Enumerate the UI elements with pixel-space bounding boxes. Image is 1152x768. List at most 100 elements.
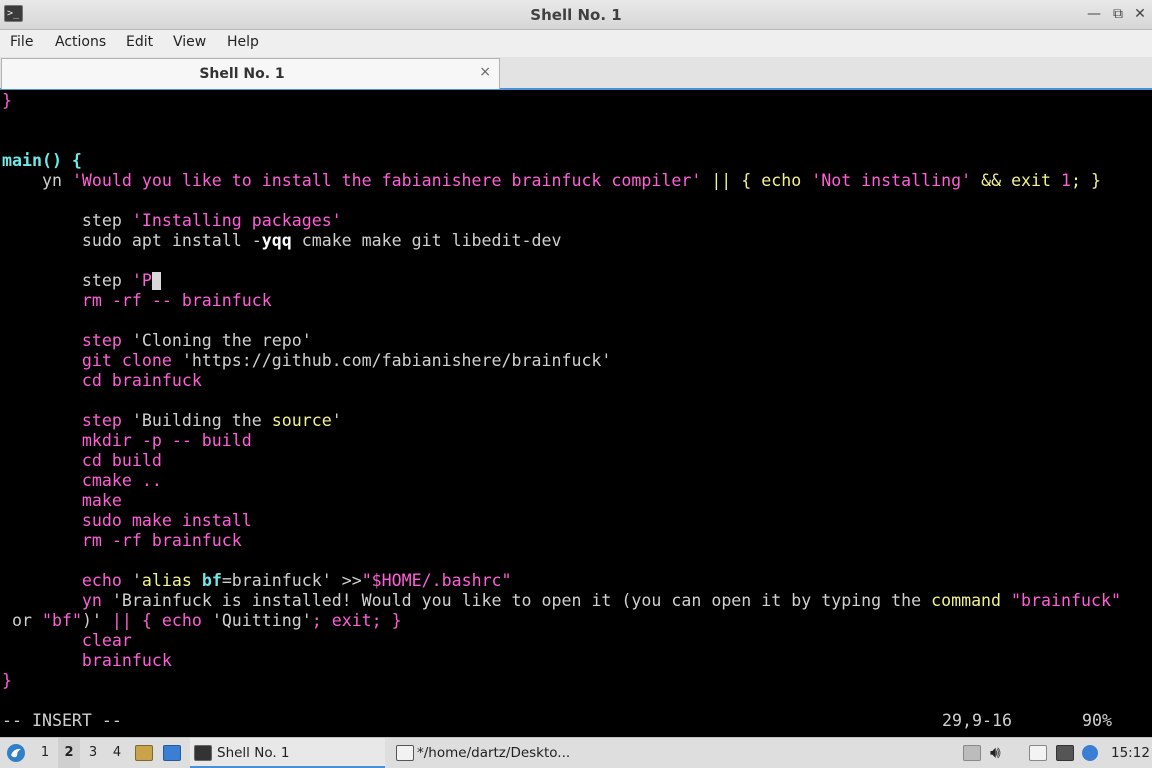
code-line: main() { <box>2 151 82 171</box>
code-token: || { <box>701 171 762 190</box>
code-line: or "bf")' || { echo 'Quitting'; exit; } <box>2 611 402 631</box>
code-token: cmake .. <box>2 471 162 490</box>
code-token: 'Not installing' <box>811 171 972 190</box>
code-token: cd brainfuck <box>2 371 202 390</box>
menu-view[interactable]: View <box>173 30 206 57</box>
clock: 15:12 <box>1111 745 1150 761</box>
code-token: cd build <box>2 451 162 470</box>
terminal-view[interactable]: } main() { yn 'Would you like to install … <box>0 91 1152 735</box>
code-token: alias <box>141 571 202 590</box>
volume-icon[interactable]: 🔊︎ <box>990 738 1001 768</box>
code-line: brainfuck <box>2 651 172 671</box>
code-line: git clone 'https://github.com/fabianishe… <box>2 351 612 371</box>
code-line: mkdir -p -- build <box>2 431 252 451</box>
code-token: main() { <box>2 151 82 170</box>
code-token: 'P <box>131 271 152 290</box>
code-token: } <box>2 91 12 110</box>
code-line: step 'Cloning the repo' <box>2 331 312 351</box>
code-line: clear <box>2 631 132 651</box>
workspace-4[interactable]: 4 <box>106 738 128 768</box>
menu-edit[interactable]: Edit <box>126 30 153 57</box>
menu-bar: File Actions Edit View Help <box>0 30 1152 57</box>
code-line: cd build <box>2 451 162 471</box>
workspace-1[interactable]: 1 <box>34 738 56 768</box>
code-token: brainfuck <box>2 651 172 670</box>
code-token: 'Building the <box>131 411 272 430</box>
code-token: 'Quitting' <box>211 611 312 630</box>
monitor-icon[interactable] <box>1056 745 1074 761</box>
code-line: sudo apt install -yqq cmake make git lib… <box>2 231 562 251</box>
code-token: ; exit; } <box>311 611 402 630</box>
upload-icon[interactable] <box>963 745 981 761</box>
code-line: cd brainfuck <box>2 371 202 391</box>
code-token: yn <box>2 171 72 190</box>
code-token: "bf" <box>41 611 82 630</box>
code-line: yn 'Brainfuck is installed! Would you li… <box>2 591 1121 611</box>
workspace-2[interactable]: 2 <box>58 738 80 768</box>
code-token: mkdir -p -- build <box>2 431 252 450</box>
menu-actions[interactable]: Actions <box>55 30 106 57</box>
code-token: or <box>2 611 42 630</box>
code-token: step <box>2 211 132 230</box>
code-token: yqq <box>261 231 292 250</box>
code-token: && <box>971 171 1012 190</box>
code-line: echo 'alias bf=brainfuck' >>"$HOME/.bash… <box>2 571 512 591</box>
code-line: } <box>2 91 12 111</box>
menu-file[interactable]: File <box>10 30 33 57</box>
code-token: clear <box>2 631 132 650</box>
code-token: ; } <box>1071 171 1101 190</box>
code-token: yn <box>2 591 112 610</box>
minimize-button[interactable]: — <box>1084 4 1104 24</box>
code-token: >> <box>341 571 362 590</box>
vim-mode-indicator: -- INSERT -- <box>2 711 122 730</box>
menu-logo-icon[interactable] <box>5 738 29 768</box>
code-token: sudo apt install - <box>2 231 262 250</box>
terminal-icon <box>194 745 212 761</box>
title-bar: >_ Shell No. 1 — ⧉ ✕ <box>0 0 1152 30</box>
cursor-position: 29,9-16 <box>942 711 1012 730</box>
code-line: cmake .. <box>2 471 162 491</box>
code-token: } <box>2 671 12 690</box>
code-token: make <box>2 491 122 510</box>
code-token: 1 <box>1061 171 1072 190</box>
clipboard-icon[interactable] <box>1029 745 1047 761</box>
code-token: rm -rf brainfuck <box>2 531 242 550</box>
maximize-button[interactable]: ⧉ <box>1108 4 1128 24</box>
update-icon[interactable] <box>1082 745 1098 761</box>
text-editor-icon <box>396 745 414 761</box>
code-line: } <box>2 671 12 691</box>
code-line: step 'P <box>2 271 161 291</box>
code-line: sudo make install <box>2 511 252 531</box>
show-desktop-icon[interactable] <box>163 745 181 761</box>
code-token: 'Cloning the repo' <box>131 331 312 350</box>
code-token: bf <box>201 571 222 590</box>
scroll-percent: 90% <box>1082 711 1112 730</box>
code-token: step <box>2 411 132 430</box>
window-title: Shell No. 1 <box>530 6 622 24</box>
text-cursor <box>151 272 161 290</box>
task-shell-no-1[interactable]: Shell No. 1 <box>190 738 385 768</box>
menu-help[interactable]: Help <box>227 30 259 57</box>
tab-shell-1[interactable]: Shell No. 1 × <box>1 58 500 89</box>
code-token: rm -rf -- brainfuck <box>2 291 272 310</box>
tab-close-icon[interactable]: × <box>479 64 491 80</box>
code-token: 'Installing packages' <box>131 211 342 230</box>
code-token: source <box>271 411 332 430</box>
close-button[interactable]: ✕ <box>1130 4 1150 24</box>
code-token: step <box>2 331 132 350</box>
task-label: */home/dartz/Deskto... <box>417 745 571 761</box>
code-token: ' <box>131 571 142 590</box>
taskbar: 1 2 3 4 Shell No. 1 */home/dartz/Deskto.… <box>0 737 1152 768</box>
code-line: rm -rf -- brainfuck <box>2 291 272 311</box>
file-manager-icon[interactable] <box>135 745 153 761</box>
code-token: "$HOME/.bashrc" <box>361 571 512 590</box>
code-token: step <box>2 271 132 290</box>
code-line: yn 'Would you like to install the fabian… <box>2 171 1101 191</box>
workspace-3[interactable]: 3 <box>82 738 104 768</box>
code-line: step 'Building the source' <box>2 411 342 431</box>
code-token: 'Would you like to install the fabianish… <box>71 171 702 190</box>
code-line: rm -rf brainfuck <box>2 531 242 551</box>
code-token: || { <box>111 611 162 630</box>
task-text-editor[interactable]: */home/dartz/Deskto... <box>392 738 592 768</box>
